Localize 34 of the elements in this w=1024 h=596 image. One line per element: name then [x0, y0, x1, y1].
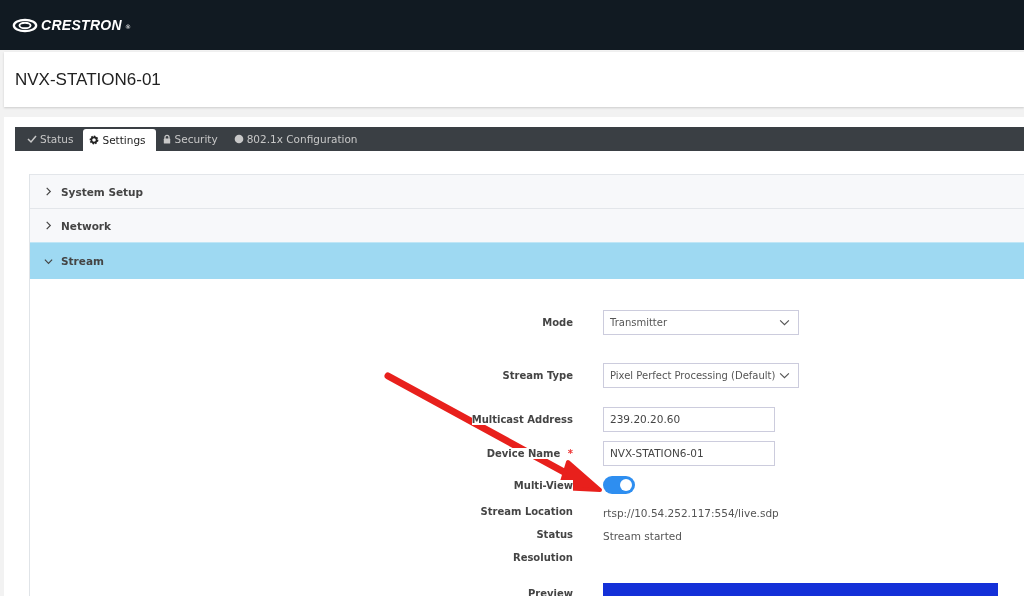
field-value: Stream started: [603, 530, 682, 542]
badge-icon: [233, 134, 244, 144]
tab[interactable]: Settings: [83, 129, 156, 151]
field-label: Resolution: [512, 552, 573, 563]
check-icon: [27, 134, 37, 144]
input-field[interactable]: 239.20.20.60: [603, 406, 775, 432]
section-header[interactable]: System Setup: [30, 174, 1024, 208]
dropdown[interactable]: Transmitter: [603, 310, 799, 335]
logo-icon: [12, 17, 38, 33]
field-label: Stream Location: [480, 506, 573, 517]
field-label: Multi-View: [513, 479, 573, 491]
field-label: Mode: [542, 317, 573, 328]
tab[interactable]: 802.1x Configuration: [227, 127, 368, 151]
lock-icon: [161, 134, 172, 144]
field-label: Device Name: [486, 447, 561, 459]
tab[interactable]: Status: [21, 127, 84, 151]
chevron-down-icon: [44, 256, 53, 266]
field-label: Stream Type: [502, 370, 573, 381]
device-title: NVX-STATION6-01: [15, 69, 161, 90]
caret-icon: [779, 319, 790, 326]
field-value: rtsp://10.54.252.117:554/live.sdp: [603, 507, 779, 519]
field-label: Multicast Address: [471, 413, 573, 425]
section-header[interactable]: Stream: [30, 242, 1024, 279]
section-header[interactable]: Network: [30, 208, 1024, 242]
brand-name: CRESTRON: [41, 17, 122, 33]
input-field[interactable]: NVX-STATION6-01: [603, 440, 775, 466]
chevron-right-icon: [44, 221, 53, 230]
tab[interactable]: Security: [155, 127, 228, 151]
gear-icon: [89, 135, 100, 145]
caret-icon: [779, 372, 790, 379]
field-label: Status: [536, 529, 573, 540]
chevron-right-icon: [44, 187, 53, 196]
dropdown[interactable]: Pixel Perfect Processing (Default): [603, 363, 799, 388]
toggle-switch[interactable]: [603, 476, 635, 494]
